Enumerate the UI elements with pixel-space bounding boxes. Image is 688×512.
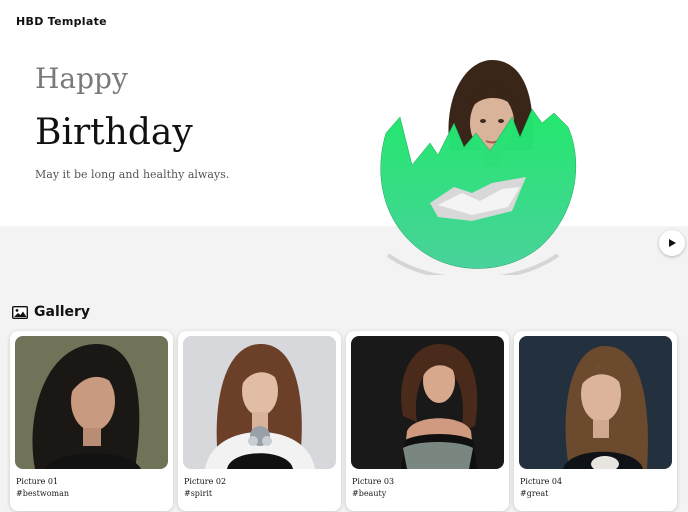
- hero-wish-text: May it be long and healthy always.: [35, 168, 230, 181]
- gallery-card-2-title: Picture 02: [184, 477, 227, 486]
- gallery-photo-3: [351, 336, 504, 469]
- gallery-card-2[interactable]: Picture 02 #spirit: [178, 331, 341, 511]
- gallery-card-4[interactable]: Picture 04 #great: [514, 331, 677, 511]
- play-icon: [669, 239, 676, 247]
- gallery-cards: Picture 01 #bestwoman Picture 02 #spirit: [10, 331, 677, 511]
- hero-section: HBD Template Happy Birthday May it be lo…: [0, 0, 688, 281]
- gallery-title: Gallery: [34, 304, 91, 320]
- hero-line-birthday: Birthday: [35, 112, 193, 153]
- gallery-photo-4: [519, 336, 672, 469]
- gallery-photo-2: [183, 336, 336, 469]
- gallery-header: Gallery: [12, 304, 90, 320]
- gallery-photo-1: [15, 336, 168, 469]
- gallery-card-1[interactable]: Picture 01 #bestwoman: [10, 331, 173, 511]
- gallery-card-3-tag: #beauty: [352, 489, 387, 498]
- gallery-card-1-title: Picture 01: [16, 477, 59, 486]
- hero-portrait-art: [372, 55, 582, 281]
- brand-title: HBD Template: [16, 15, 107, 28]
- gallery-card-4-tag: #great: [520, 489, 549, 498]
- gallery-card-3[interactable]: Picture 03 #beauty: [346, 331, 509, 511]
- gallery-card-1-tag: #bestwoman: [16, 489, 70, 498]
- gallery-card-3-title: Picture 03: [352, 477, 395, 486]
- image-icon: [12, 305, 28, 319]
- gallery-card-4-title: Picture 04: [520, 477, 563, 486]
- hero-line-happy: Happy: [35, 62, 128, 95]
- play-button[interactable]: [659, 230, 685, 256]
- gallery-card-2-tag: #spirit: [184, 489, 213, 498]
